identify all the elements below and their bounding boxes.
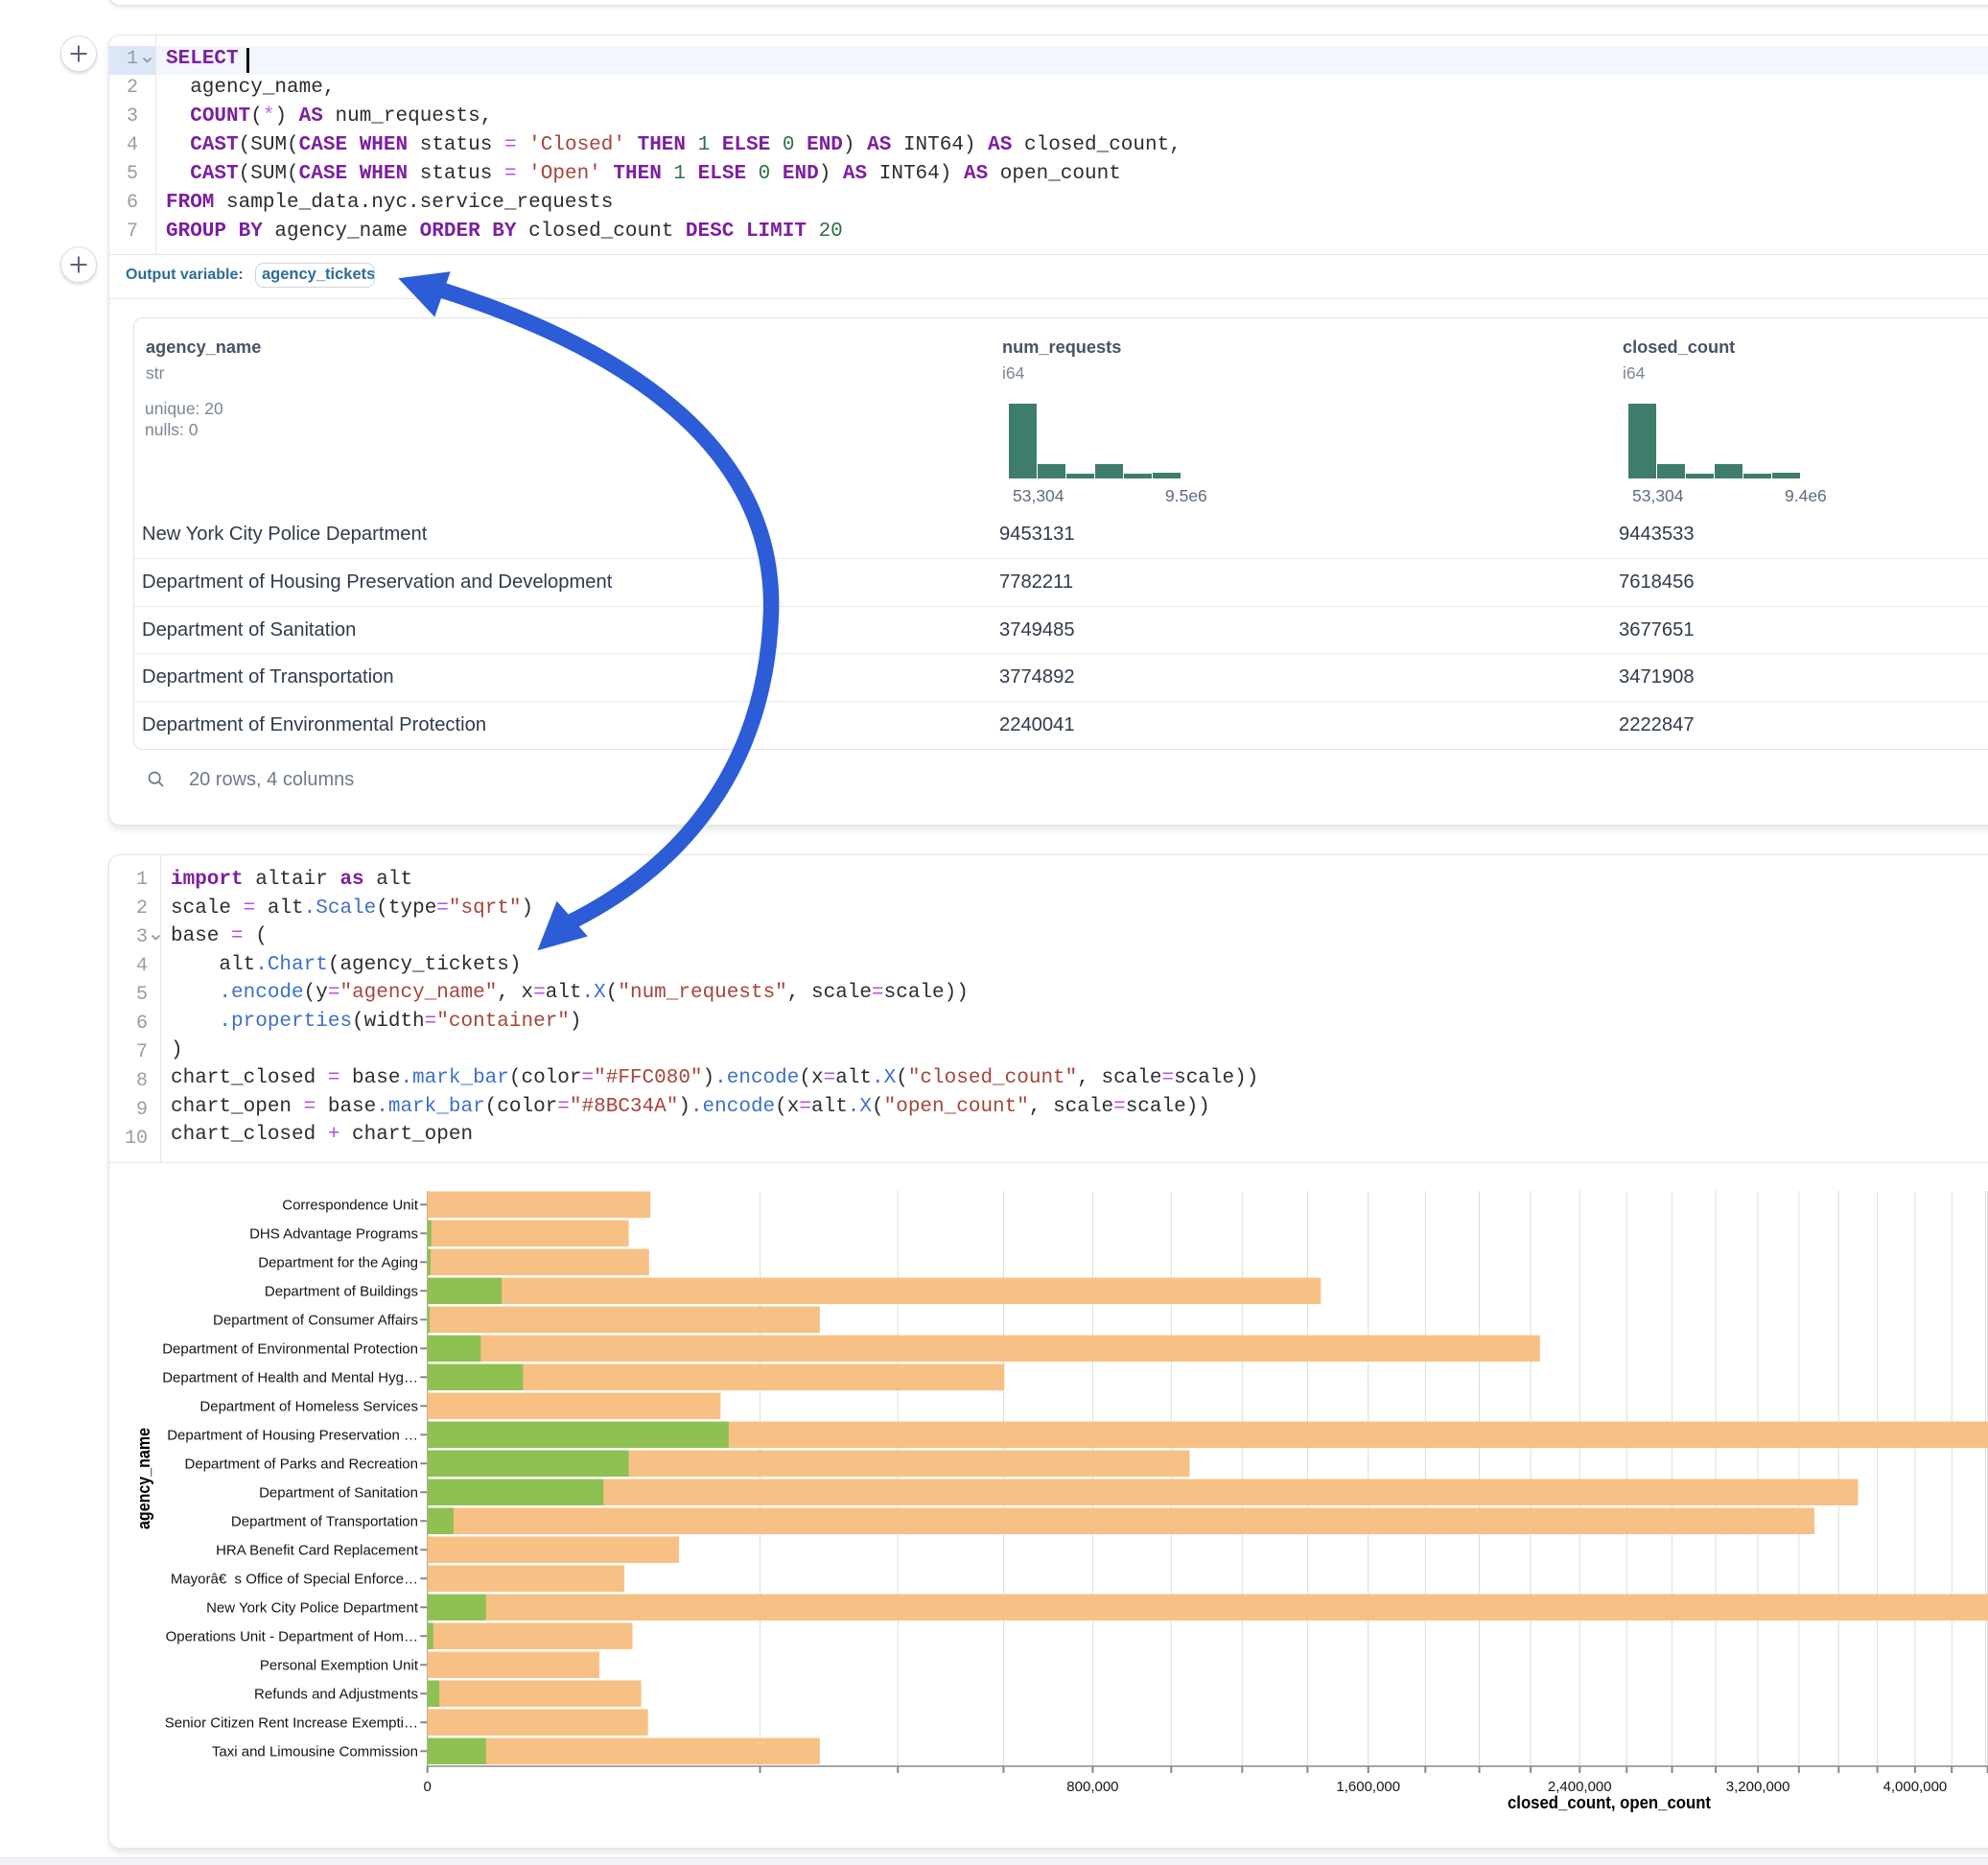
svg-text:Department of Environmental Pr: Department of Environmental Protection bbox=[162, 1340, 418, 1357]
svg-text:Department of Transportation: Department of Transportation bbox=[231, 1513, 418, 1529]
svg-text:1,600,000: 1,600,000 bbox=[1336, 1779, 1400, 1795]
svg-text:Refunds and Adjustments: Refunds and Adjustments bbox=[254, 1686, 418, 1702]
svg-text:0: 0 bbox=[424, 1779, 432, 1795]
svg-text:Department of Sanitation: Department of Sanitation bbox=[259, 1484, 418, 1501]
svg-text:Operations Unit - Department o: Operations Unit - Department of Hom… bbox=[166, 1628, 418, 1644]
svg-text:4,000,000: 4,000,000 bbox=[1883, 1779, 1948, 1795]
svg-text:Taxi and Limousine Commission: Taxi and Limousine Commission bbox=[212, 1743, 418, 1760]
svg-text:Department of Homeless Service: Department of Homeless Services bbox=[199, 1398, 418, 1414]
svg-text:Personal Exemption Unit: Personal Exemption Unit bbox=[260, 1657, 419, 1673]
svg-text:Department of Health and Menta: Department of Health and Mental Hyg… bbox=[162, 1369, 418, 1386]
svg-text:Department of Housing Preserva: Department of Housing Preservation … bbox=[167, 1427, 418, 1443]
svg-text:3,200,000: 3,200,000 bbox=[1726, 1779, 1790, 1795]
svg-text:Department of Parks and Recrea: Department of Parks and Recreation bbox=[185, 1456, 418, 1472]
svg-text:Correspondence Unit: Correspondence Unit bbox=[282, 1197, 419, 1213]
svg-text:800,000: 800,000 bbox=[1066, 1779, 1118, 1795]
svg-text:Senior Citizen Rent Increase E: Senior Citizen Rent Increase Exempti… bbox=[165, 1714, 418, 1731]
svg-text:Mayorâ€ s Office of Special E: Mayorâ€ s Office of Special Enforce… bbox=[171, 1571, 418, 1587]
svg-text:HRA Benefit Card Replacement: HRA Benefit Card Replacement bbox=[216, 1542, 419, 1558]
svg-text:Department for the Aging: Department for the Aging bbox=[258, 1254, 418, 1271]
svg-text:New York City Police Departmen: New York City Police Department bbox=[206, 1599, 419, 1616]
svg-text:agency_name: agency_name bbox=[134, 1428, 153, 1529]
svg-text:Department of Consumer Affairs: Department of Consumer Affairs bbox=[213, 1312, 418, 1328]
svg-text:closed_count, open_count: closed_count, open_count bbox=[1508, 1793, 1711, 1812]
svg-text:DHS Advantage Programs: DHS Advantage Programs bbox=[249, 1225, 418, 1242]
svg-text:Department of Buildings: Department of Buildings bbox=[265, 1283, 418, 1299]
